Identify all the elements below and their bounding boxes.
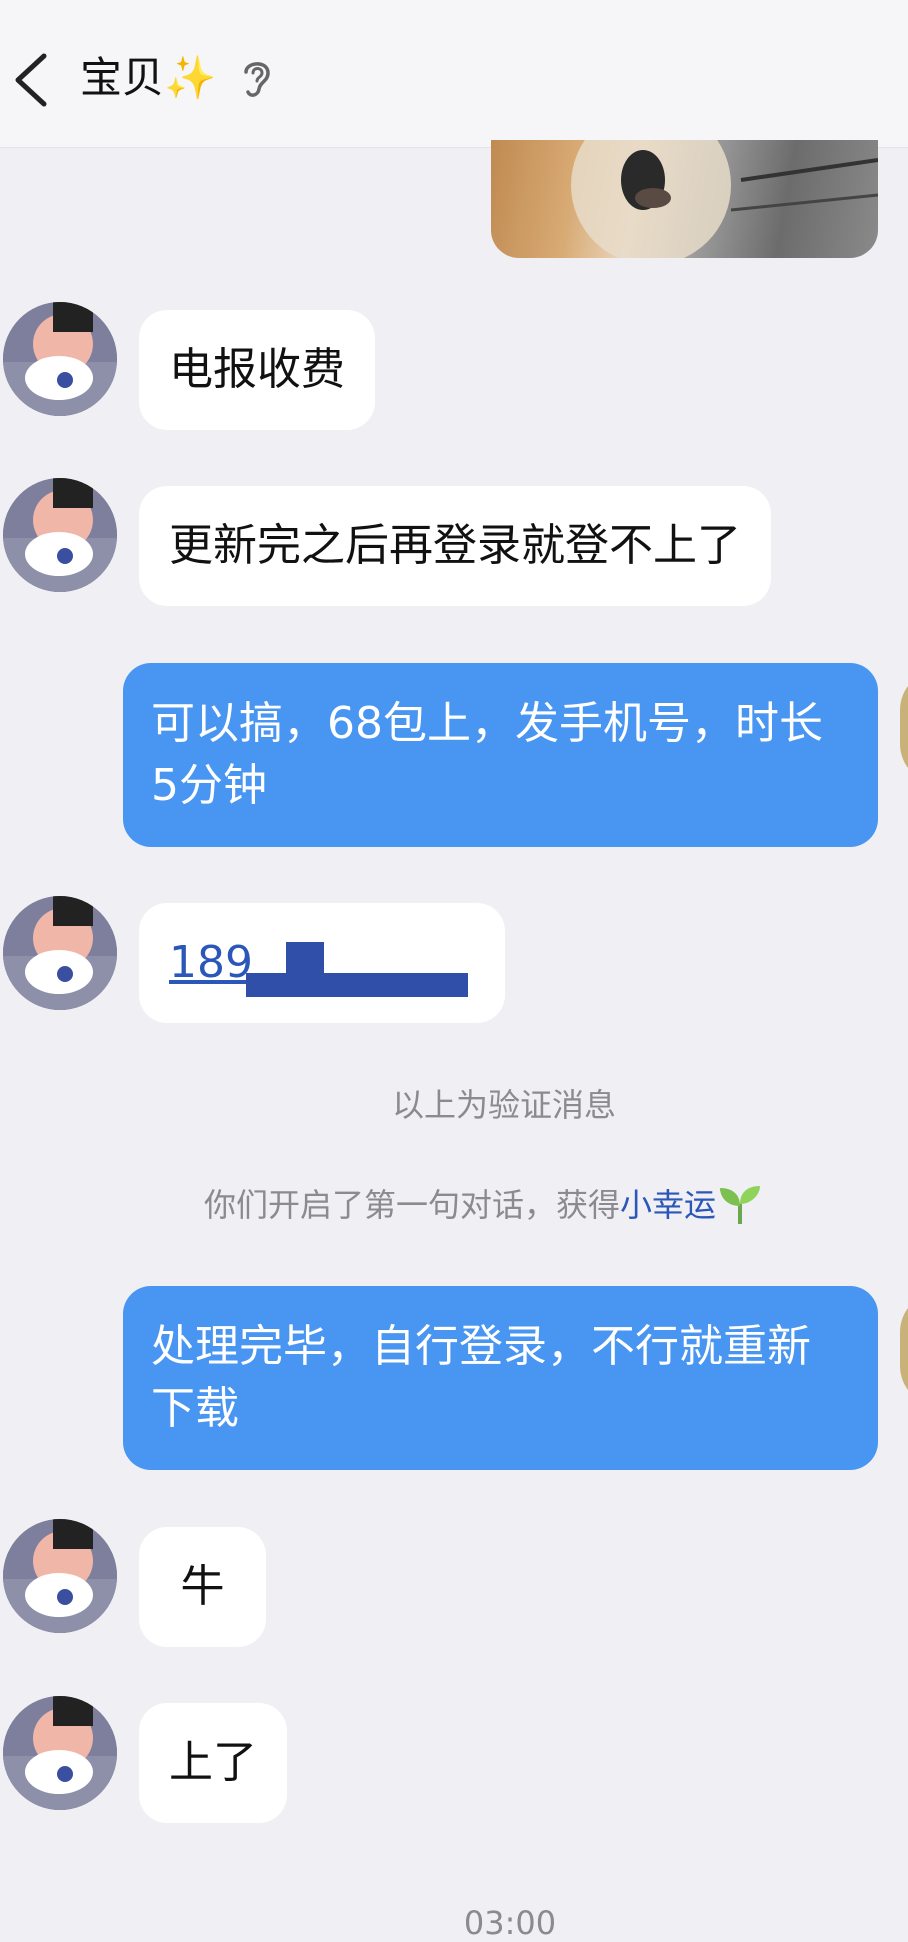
avatar-image xyxy=(3,478,117,592)
avatar-image xyxy=(3,1696,117,1810)
avatar-image xyxy=(3,302,117,416)
self-avatar[interactable] xyxy=(900,1292,908,1406)
lucky-link[interactable]: 小幸运 xyxy=(620,1186,716,1224)
contact-avatar[interactable] xyxy=(3,1696,117,1810)
chat-header: 宝贝✨ xyxy=(0,0,908,148)
image-message[interactable] xyxy=(491,140,878,258)
ear-icon xyxy=(244,62,270,97)
message-bubble-incoming[interactable]: 电报收费 xyxy=(139,310,375,430)
sprout-icon xyxy=(716,1182,764,1226)
first-chat-note: 你们开启了第一句对话，获得小幸运 xyxy=(80,1180,888,1226)
redaction-mark xyxy=(286,942,324,982)
phone-number-link[interactable]: 189 xyxy=(169,937,253,988)
verify-note: 以上为验证消息 xyxy=(391,1086,616,1124)
message-bubble-outgoing[interactable]: 可以搞，68包上，发手机号，时长5分钟 xyxy=(123,663,878,847)
contact-avatar[interactable] xyxy=(3,302,117,416)
contact-avatar[interactable] xyxy=(3,478,117,592)
message-bubble-incoming[interactable]: 牛 xyxy=(139,1527,266,1647)
contact-avatar[interactable] xyxy=(3,1519,117,1633)
avatar-image xyxy=(3,1519,117,1633)
chevron-left-icon xyxy=(15,53,47,107)
redaction-mark xyxy=(246,973,468,997)
message-bubble-incoming[interactable]: 更新完之后再登录就登不上了 xyxy=(139,486,771,606)
avatar-image xyxy=(3,896,117,1010)
message-bubble-incoming[interactable]: 上了 xyxy=(139,1703,287,1823)
ear-mode-button[interactable] xyxy=(240,56,274,100)
dog-photo-image xyxy=(571,140,878,258)
first-chat-prefix: 你们开启了第一句对话，获得 xyxy=(203,1186,620,1224)
contact-avatar[interactable] xyxy=(3,896,117,1010)
timestamp: 03:00 xyxy=(463,1904,557,1942)
back-button[interactable] xyxy=(10,50,54,110)
message-bubble-outgoing[interactable]: 处理完毕，自行登录，不行就重新下载 xyxy=(123,1286,878,1470)
self-avatar[interactable] xyxy=(900,670,908,784)
chat-title[interactable]: 宝贝✨ xyxy=(80,50,216,106)
